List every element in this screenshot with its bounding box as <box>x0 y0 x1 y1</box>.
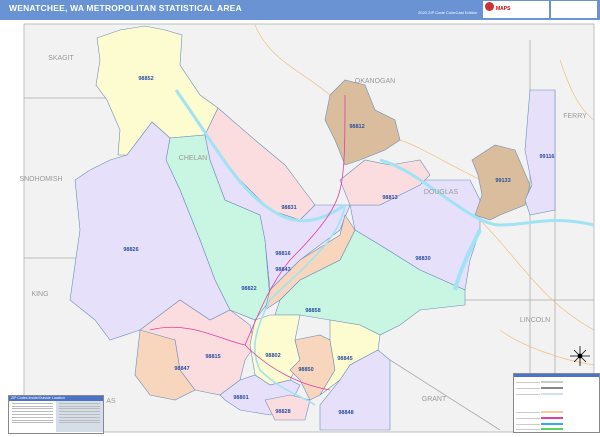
logo-text: MAPS <box>496 6 511 12</box>
zip-label: 98858 <box>305 308 320 314</box>
county-label-kittitas: AS <box>106 398 116 405</box>
zip-label: 98830 <box>415 256 430 262</box>
zip-label: 98843 <box>275 267 290 273</box>
zip-label: 98828 <box>275 409 290 415</box>
zip-label: 98848 <box>338 410 353 416</box>
zip-label: 98815 <box>205 354 220 360</box>
county-label-okanogan: OKANOGAN <box>355 78 395 85</box>
zip-area-99116 <box>524 89 556 216</box>
map-canvas[interactable]: SKAGIT SNOHOMISH KING CHELAN OKANOGAN DO… <box>0 20 600 437</box>
zip-label: 98847 <box>174 366 189 372</box>
edition-label: 2020 ZIP Code ColorCast Edition <box>418 10 478 15</box>
county-label-grant: GRANT <box>422 396 447 403</box>
county-label-lincoln: LINCOLN <box>520 317 550 324</box>
zip-code-legend-table: ZIP Codes Inside/Outside Location <box>8 395 104 434</box>
county-label-snohomish: SNOHOMISH <box>19 176 62 183</box>
zip-label: 98852 <box>138 76 153 82</box>
zip-label: 98816 <box>275 251 290 257</box>
publisher-badge <box>551 1 597 18</box>
zip-label: 98802 <box>265 353 280 359</box>
zip-label: 98822 <box>241 286 256 292</box>
zip-label: 99116 <box>540 154 555 160</box>
zip-label: 98831 <box>281 205 296 211</box>
county-label-ferry: FERRY <box>563 113 587 120</box>
zip-label: 98812 <box>349 124 364 130</box>
county-label-skagit: SKAGIT <box>48 55 74 62</box>
brand-logo: MAPS <box>483 1 549 18</box>
map-title: WENATCHEE, WA METROPOLITAN STATISTICAL A… <box>9 3 242 13</box>
county-label-king: KING <box>31 291 48 298</box>
zip-label: 99133 <box>495 178 510 184</box>
county-label-chelan: CHELAN <box>179 155 207 162</box>
zip-label: 98813 <box>382 195 397 201</box>
logo-icon <box>485 2 494 11</box>
zip-label: 98826 <box>123 247 138 253</box>
title-bar: WENATCHEE, WA METROPOLITAN STATISTICAL A… <box>0 0 600 20</box>
zip-label: 98850 <box>298 367 313 373</box>
legend-header <box>514 374 599 377</box>
map-legend <box>513 373 600 433</box>
zip-area-98802 <box>249 314 301 386</box>
zip-label: 98845 <box>337 356 352 362</box>
zip-label: 98801 <box>233 395 248 401</box>
county-label-douglas: DOUGLAS <box>424 189 459 196</box>
